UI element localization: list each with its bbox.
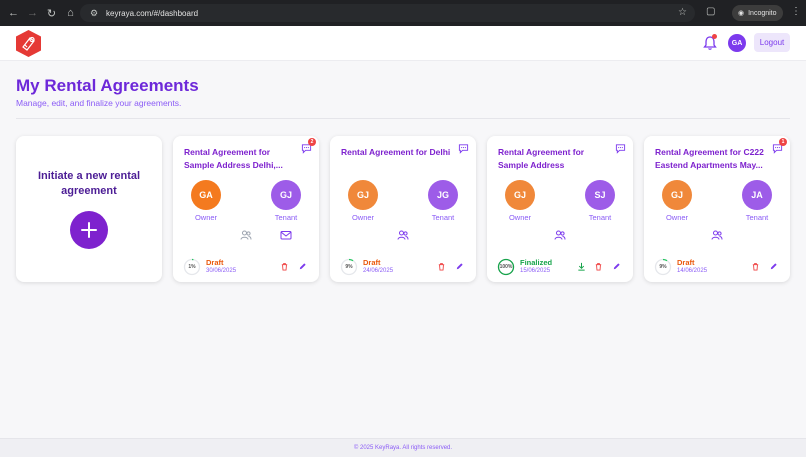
agreement-title: Rental Agreement for Sample Address Delh… <box>184 147 283 170</box>
status-text: Draft <box>363 258 381 267</box>
manage-parties-icon[interactable] <box>240 229 252 241</box>
status-row: 1% Draft 30/06/2025 <box>183 258 313 276</box>
app-header: GA Logout <box>0 26 806 61</box>
owner-avatar: GJ <box>505 180 535 210</box>
keyraya-logo[interactable] <box>16 30 41 57</box>
owner-label: Owner <box>194 213 218 222</box>
browser-toolbar: ← → ↻ ⌂ ⚙ keyraya.com/#/dashboard ☆ ▢ ◉ … <box>0 0 806 26</box>
owner-party: GA Owner <box>186 180 226 222</box>
tenant-avatar: JG <box>428 180 458 210</box>
chat-icon[interactable] <box>615 143 626 154</box>
agreement-title: Rental Agreement for C222 Eastend Apartm… <box>655 147 764 170</box>
user-avatar[interactable]: GA <box>728 34 746 52</box>
owner-party: GJ Owner <box>657 180 697 222</box>
agreement-card[interactable]: Rental Agreement for Sample Address Delh… <box>173 136 319 282</box>
status-date: 15/06/2025 <box>520 268 551 274</box>
tenant-avatar: JA <box>742 180 772 210</box>
tenant-avatar: GJ <box>271 180 301 210</box>
address-bar[interactable]: ⚙ keyraya.com/#/dashboard ☆ <box>80 4 695 22</box>
tenant-label: Tenant <box>588 213 612 222</box>
notification-dot <box>712 34 717 39</box>
owner-party: GJ Owner <box>500 180 540 222</box>
agreement-title: Rental Agreement for Sample Address <box>498 147 585 170</box>
initiate-agreement-label: Initiate a new rental agreement <box>37 170 141 197</box>
agreement-title: Rental Agreement for Delhi <box>341 147 451 157</box>
status-date: 14/06/2025 <box>677 268 708 274</box>
edit-pencil-icon[interactable] <box>769 262 778 271</box>
owner-avatar: GJ <box>662 180 692 210</box>
site-info-icon[interactable]: ⚙ <box>84 8 104 19</box>
tenant-label: Tenant <box>274 213 298 222</box>
agreement-card[interactable]: Rental Agreement for Delhi GJ Owner JG T… <box>330 136 476 282</box>
tenant-party: GJ Tenant <box>266 180 306 222</box>
plus-icon <box>81 222 97 238</box>
agreement-card[interactable]: Rental Agreement for C222 Eastend Apartm… <box>644 136 790 282</box>
status-row: 9% Draft 24/06/2025 <box>340 258 470 276</box>
manage-parties-icon[interactable] <box>397 229 409 241</box>
owner-label: Owner <box>508 213 532 222</box>
back-icon[interactable]: ← <box>4 3 23 23</box>
reload-icon[interactable]: ↻ <box>42 3 61 23</box>
footer-text: © 2025 KeyRaya. All rights reserved. <box>353 445 453 451</box>
tab-search-icon[interactable]: ▢ <box>706 6 715 17</box>
owner-label: Owner <box>665 213 689 222</box>
chat-unread-badge: 1 <box>779 138 787 146</box>
delete-icon[interactable] <box>280 262 289 271</box>
url-text: keyraya.com/#/dashboard <box>106 8 199 18</box>
status-row: 100% Finalized 15/06/2025 <box>497 258 627 276</box>
progress-label: 9% <box>659 264 667 270</box>
logout-button[interactable]: Logout <box>754 33 790 52</box>
incognito-badge[interactable]: ◉ Incognito <box>732 5 783 21</box>
owner-party: GJ Owner <box>343 180 383 222</box>
status-date: 24/06/2025 <box>363 268 394 274</box>
manage-parties-icon[interactable] <box>554 229 566 241</box>
status-date: 30/06/2025 <box>206 268 237 274</box>
status-text: Draft <box>677 258 695 267</box>
progress-label: 100% <box>499 264 513 270</box>
delete-icon[interactable] <box>751 262 760 271</box>
incognito-label: Incognito <box>748 9 777 17</box>
status-row: 9% Draft 14/06/2025 <box>654 258 784 276</box>
agreement-card[interactable]: Rental Agreement for Sample Address GJ O… <box>487 136 633 282</box>
divider <box>16 118 790 119</box>
progress-label: 9% <box>345 264 353 270</box>
page-subtitle: Manage, edit, and finalize your agreemen… <box>16 98 182 108</box>
tenant-party: JA Tenant <box>737 180 777 222</box>
forward-icon[interactable]: → <box>23 3 42 23</box>
home-icon[interactable]: ⌂ <box>61 3 80 23</box>
status-text: Draft <box>206 258 224 267</box>
edit-pencil-icon[interactable] <box>455 262 464 271</box>
tenant-label: Tenant <box>431 213 455 222</box>
owner-label: Owner <box>351 213 375 222</box>
chat-unread-badge: 2 <box>308 138 316 146</box>
send-email-icon[interactable] <box>280 229 292 241</box>
footer: © 2025 KeyRaya. All rights reserved. <box>0 438 806 457</box>
status-text: Finalized <box>520 258 553 267</box>
page-title: My Rental Agreements <box>16 76 199 95</box>
initiate-agreement-card[interactable]: Initiate a new rental agreement <box>16 136 162 282</box>
tenant-avatar: SJ <box>585 180 615 210</box>
tenant-party: JG Tenant <box>423 180 463 222</box>
delete-icon[interactable] <box>594 262 603 271</box>
owner-avatar: GJ <box>348 180 378 210</box>
edit-pencil-icon[interactable] <box>612 262 621 271</box>
progress-label: 1% <box>188 264 196 270</box>
chat-icon[interactable] <box>458 143 469 154</box>
manage-parties-icon[interactable] <box>711 229 723 241</box>
bookmark-star-icon[interactable]: ☆ <box>678 7 687 18</box>
tenant-party: SJ Tenant <box>580 180 620 222</box>
download-icon[interactable] <box>577 262 586 271</box>
menu-kebab-icon[interactable]: ⋮ <box>791 6 801 17</box>
delete-icon[interactable] <box>437 262 446 271</box>
incognito-icon: ◉ <box>738 10 745 17</box>
tenant-label: Tenant <box>745 213 769 222</box>
edit-pencil-icon[interactable] <box>298 262 307 271</box>
add-agreement-button[interactable] <box>70 211 108 249</box>
owner-avatar: GA <box>191 180 221 210</box>
